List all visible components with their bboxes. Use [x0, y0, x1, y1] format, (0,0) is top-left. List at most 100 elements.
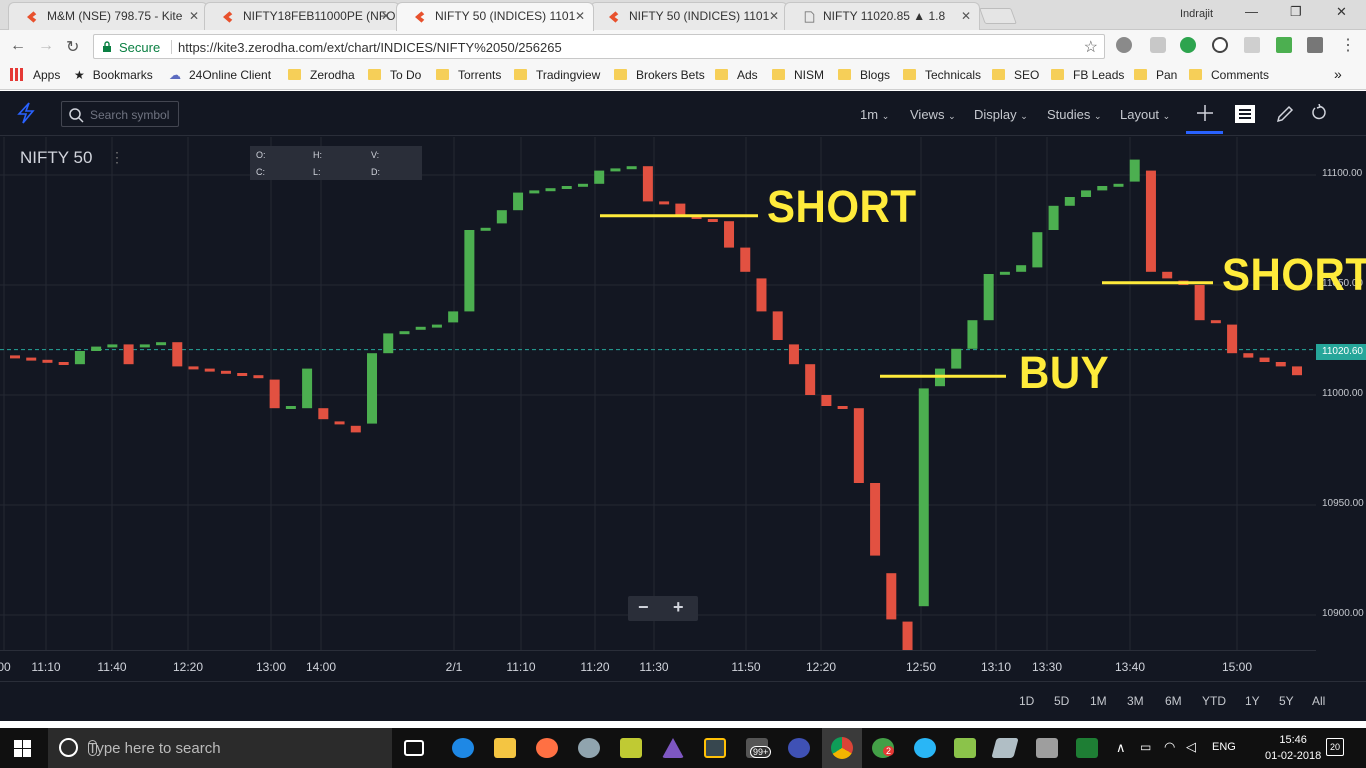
range-ytd[interactable]: YTD: [1202, 694, 1226, 708]
bookmark-apps[interactable]: Apps: [10, 68, 60, 82]
bookmark-folder[interactable]: Zerodha: [288, 68, 355, 82]
layout-menu[interactable]: Layout ⌄: [1120, 107, 1170, 122]
close-icon[interactable]: ✕: [769, 9, 779, 23]
paint-icon[interactable]: [620, 738, 642, 758]
action-center-icon[interactable]: 20: [1326, 738, 1344, 756]
wifi-icon[interactable]: ◠: [1164, 739, 1175, 755]
file-explorer-icon[interactable]: [494, 738, 516, 758]
display-menu[interactable]: Display ⌄: [974, 107, 1028, 122]
range-3m[interactable]: 3M: [1127, 694, 1144, 708]
notes-app-icon[interactable]: [991, 738, 1019, 758]
bookmark-folder[interactable]: Brokers Bets: [614, 68, 705, 82]
window-close-icon[interactable]: ✕: [1336, 4, 1347, 20]
maximize-icon[interactable]: ❐: [1290, 4, 1302, 20]
extension-refresh-icon[interactable]: [1212, 37, 1228, 53]
taskbar-search-box[interactable]: Type here to search: [48, 728, 392, 768]
bookmark-folder[interactable]: SEO: [992, 68, 1039, 82]
chrome-menu-icon[interactable]: ⋮: [1340, 35, 1356, 55]
range-1m[interactable]: 1M: [1090, 694, 1107, 708]
chart-plot-area[interactable]: [0, 137, 1316, 650]
url-text[interactable]: https://kite3.zerodha.com/ext/chart/INDI…: [178, 40, 562, 55]
task-view-icon[interactable]: [404, 740, 424, 756]
bookmark-folder[interactable]: Comments: [1189, 68, 1269, 82]
whatsapp-icon[interactable]: 2: [872, 738, 895, 758]
bookmark-folder[interactable]: Blogs: [838, 68, 890, 82]
browser-tab-2[interactable]: NIFTY18FEB11000PE (NFO ✕: [204, 2, 400, 30]
chevron-down-icon: ⌄: [1162, 111, 1171, 121]
firefox-icon[interactable]: [536, 738, 558, 758]
back-icon[interactable]: ←: [10, 37, 26, 55]
symbol-search-input[interactable]: Search symbol: [61, 101, 179, 127]
close-icon[interactable]: ✕: [575, 9, 585, 23]
battery-icon[interactable]: ▭: [1140, 740, 1151, 754]
symbol-options-icon[interactable]: ⋮: [110, 149, 124, 166]
profile-name[interactable]: Indrajit: [1180, 8, 1213, 20]
bookmark-folder[interactable]: Ads: [715, 68, 758, 82]
media-app-icon[interactable]: [704, 738, 726, 758]
triangle-app-icon[interactable]: [662, 738, 684, 758]
taskbar-clock[interactable]: 15:46 01-02-2018: [1265, 732, 1321, 764]
bookmark-folder[interactable]: NISM: [772, 68, 824, 82]
bookmark-folder[interactable]: Torrents: [436, 68, 501, 82]
telegram-icon[interactable]: [914, 738, 936, 758]
bookmark-bookmarks[interactable]: ★ Bookmarks: [74, 68, 153, 82]
close-icon[interactable]: ✕: [381, 9, 391, 23]
extension-screen-icon[interactable]: [1244, 37, 1260, 53]
browser-tab-4[interactable]: NIFTY 50 (INDICES) 1101 ✕: [590, 2, 788, 30]
moon-app-icon[interactable]: [788, 738, 810, 758]
bookmark-folder[interactable]: Technicals: [903, 68, 981, 82]
language-indicator[interactable]: ENG: [1212, 741, 1236, 753]
bookmark-folder[interactable]: FB Leads: [1051, 68, 1124, 82]
extension-shield-icon[interactable]: [1150, 37, 1166, 53]
price-axis[interactable]: 11100.00 11050.00 11000.00 10950.00 10900.00: [1316, 137, 1366, 650]
bookmark-star-icon[interactable]: ☆: [1084, 37, 1098, 57]
bookmark-folder[interactable]: Tradingview: [514, 68, 600, 82]
crosshair-icon[interactable]: [1196, 104, 1214, 122]
edge-icon[interactable]: [452, 738, 474, 758]
tray-chevron-up-icon[interactable]: ∧: [1116, 740, 1126, 756]
forward-icon[interactable]: →: [38, 37, 54, 55]
volume-icon[interactable]: ◁: [1186, 739, 1196, 755]
bookmark-folder[interactable]: Pan: [1134, 68, 1177, 82]
interval-menu[interactable]: 1m ⌄: [860, 107, 889, 122]
chrome-taskbar-slot[interactable]: [822, 728, 862, 768]
views-menu[interactable]: Views ⌄: [910, 107, 956, 122]
studies-menu[interactable]: Studies ⌄: [1047, 107, 1102, 122]
extension-cast-icon[interactable]: [1276, 37, 1292, 53]
mail-app-icon[interactable]: 99+: [746, 738, 772, 758]
range-5y[interactable]: 5Y: [1279, 694, 1294, 708]
reset-icon[interactable]: [1311, 104, 1328, 121]
time-axis[interactable]: 00 11:10 11:40 12:20 13:00 14:00 2/1 11:10 11:20…: [0, 650, 1316, 680]
close-icon[interactable]: ✕: [189, 9, 199, 23]
range-1d[interactable]: 1D: [1019, 694, 1034, 708]
range-all[interactable]: All: [1312, 694, 1325, 708]
close-icon[interactable]: ✕: [961, 9, 971, 23]
browser-tab-1[interactable]: M&M (NSE) 798.75 - Kite ✕: [8, 2, 208, 30]
microphone-icon[interactable]: [88, 740, 97, 756]
new-tab-button[interactable]: [979, 8, 1017, 24]
calculator-icon[interactable]: [1036, 738, 1058, 758]
grammarly-icon[interactable]: [1180, 37, 1196, 53]
draw-pencil-icon[interactable]: [1276, 104, 1295, 123]
browser-tab-5[interactable]: NIFTY 11020.85 ▲ 1.8 ✕: [784, 2, 980, 30]
data-window-icon[interactable]: [1234, 104, 1256, 124]
zoom-out-button[interactable]: −: [638, 597, 649, 618]
windows-start-icon[interactable]: [14, 740, 31, 757]
zoom-in-button[interactable]: +: [673, 597, 684, 618]
bookmark-24online[interactable]: ☁ 24Online Client: [169, 68, 271, 82]
kite-bolt-icon[interactable]: [16, 102, 36, 124]
range-6m[interactable]: 6M: [1165, 694, 1182, 708]
thunderbird-icon[interactable]: [578, 738, 600, 758]
excel-icon[interactable]: [1076, 738, 1098, 758]
bluestacks-icon[interactable]: [954, 738, 976, 758]
bookmarks-overflow-button[interactable]: »: [1334, 66, 1342, 82]
omnibox[interactable]: Secure https://kite3.zerodha.com/ext/cha…: [93, 34, 1105, 59]
reload-icon[interactable]: ↻: [66, 37, 79, 57]
range-5d[interactable]: 5D: [1054, 694, 1069, 708]
extension-bag-icon[interactable]: [1307, 37, 1323, 53]
browser-tab-3-active[interactable]: NIFTY 50 (INDICES) 1101 ✕: [396, 2, 594, 31]
extension-gear-icon[interactable]: [1116, 37, 1132, 53]
bookmark-folder[interactable]: To Do: [368, 68, 421, 82]
range-1y[interactable]: 1Y: [1245, 694, 1260, 708]
minimize-icon[interactable]: —: [1245, 4, 1258, 19]
